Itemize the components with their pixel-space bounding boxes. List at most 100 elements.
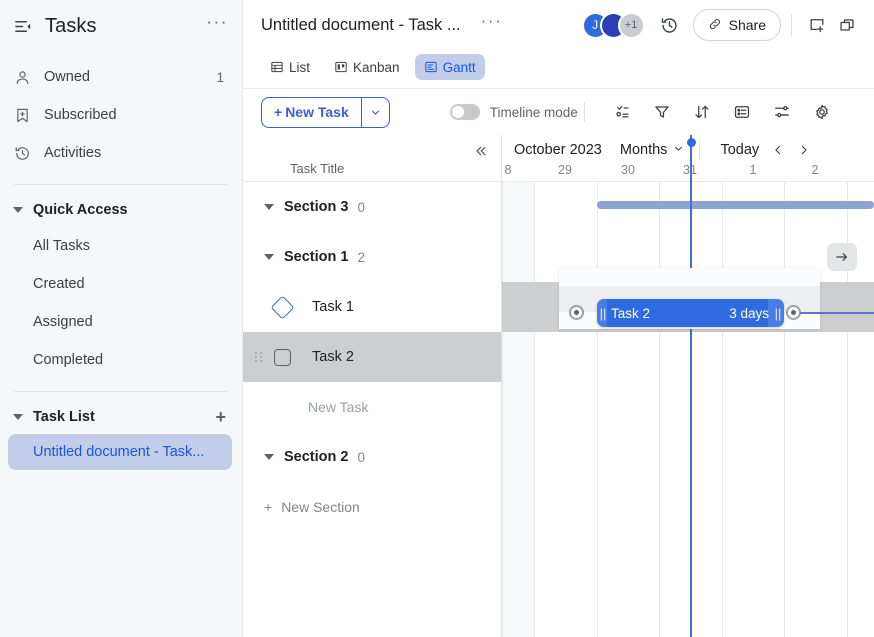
- sidebar-more-button[interactable]: ···: [206, 12, 228, 40]
- gantt-nav-divider: [699, 140, 701, 160]
- avatar-group[interactable]: J +1: [581, 11, 645, 39]
- sidebar-item-completed[interactable]: Completed: [0, 341, 242, 379]
- bar-resize-handle-right[interactable]: ||: [772, 306, 784, 321]
- chevron-left-icon[interactable]: [765, 137, 791, 163]
- new-section-label: New Section: [281, 499, 360, 515]
- drag-handle[interactable]: [255, 352, 262, 362]
- sidebar-item-subscribed[interactable]: Subscribed: [0, 96, 242, 134]
- tab-gantt[interactable]: Gantt: [414, 54, 485, 80]
- bar-resize-handle-left[interactable]: ||: [597, 306, 609, 321]
- gantt-section-row-1[interactable]: Section 1 2: [243, 232, 501, 282]
- gantt-task-row-task-2[interactable]: Task 2: [243, 332, 501, 382]
- plus-icon: +: [274, 104, 283, 120]
- filter-icon[interactable]: [647, 97, 677, 127]
- gantt-month-label: October 2023: [514, 142, 602, 158]
- settings-sliders-icon[interactable]: [767, 97, 797, 127]
- new-task-button[interactable]: + New Task: [262, 98, 361, 127]
- section-label: Section 3: [284, 199, 349, 215]
- tab-kanban[interactable]: Kanban: [325, 54, 409, 80]
- sidebar-group-label: Task List: [33, 409, 95, 425]
- kanban-view-icon: [334, 60, 348, 74]
- sidebar-item-label: Activities: [44, 145, 102, 161]
- gantt-today-marker-dot: [687, 138, 696, 147]
- gantt-view-icon: [424, 60, 438, 74]
- sidebar-item-assigned[interactable]: Assigned: [0, 303, 242, 341]
- sidebar-item-count: 1: [216, 69, 224, 85]
- fields-icon[interactable]: [727, 97, 757, 127]
- milestone-diamond-icon[interactable]: [270, 294, 295, 320]
- share-label: Share: [728, 17, 766, 33]
- toolbar-icons: [607, 97, 837, 127]
- gantt-day-label: 8: [504, 163, 512, 177]
- caret-down-icon: [13, 414, 23, 420]
- sidebar-item-untitled-document[interactable]: Untitled document - Task...: [8, 434, 232, 470]
- caret-down-icon: [264, 204, 274, 210]
- sidebar-item-label: Subscribed: [44, 107, 117, 123]
- gantt-task-column: Task Title Section 3 0 Section 1 2 Task …: [243, 135, 502, 637]
- gantt-task-row-task-1[interactable]: Task 1: [243, 282, 501, 332]
- section-count: 0: [357, 199, 365, 215]
- caret-down-icon: [264, 254, 274, 260]
- sidebar: Tasks ··· Owned 1 Subscribed Activities …: [0, 0, 243, 637]
- gantt-new-task-row[interactable]: New Task: [243, 382, 501, 432]
- sidebar-item-all-tasks[interactable]: All Tasks: [0, 227, 242, 265]
- sidebar-nav: Owned 1 Subscribed Activities: [0, 58, 242, 172]
- gantt-column-shade: [502, 182, 534, 637]
- column-header-task-title: Task Title: [290, 161, 345, 176]
- gear-icon[interactable]: [807, 97, 837, 127]
- chevron-down-icon[interactable]: [360, 97, 389, 127]
- add-task-list-button[interactable]: +: [213, 406, 228, 428]
- gantt-section-summary-bar[interactable]: [597, 201, 874, 209]
- gantt-connector-dot-left[interactable]: [569, 305, 584, 320]
- sidebar-sub-label: Assigned: [33, 314, 93, 330]
- gantt-section-row-3[interactable]: Section 3 0: [243, 182, 501, 232]
- caret-down-icon: [264, 454, 274, 460]
- sidebar-group-quick-access[interactable]: Quick Access: [0, 193, 242, 227]
- timeline-mode-toggle[interactable]: [449, 104, 480, 120]
- gantt-connector-line: [800, 312, 874, 314]
- toolbar: + New Task Timeline mode: [243, 89, 874, 135]
- gantt-jump-arrow-button[interactable]: [827, 243, 857, 271]
- person-icon: [12, 67, 32, 87]
- chevron-down-icon: [672, 142, 685, 159]
- tab-label: Kanban: [353, 59, 400, 75]
- gantt-task-bar-task-2[interactable]: || Task 2 3 days ||: [597, 299, 784, 327]
- new-task-row-label: New Task: [308, 399, 369, 415]
- gantt-day-labels: 8 29 30 31 1 2: [502, 163, 874, 181]
- gantt-today-button[interactable]: Today: [714, 140, 765, 160]
- open-window-icon[interactable]: [832, 10, 862, 40]
- tab-list[interactable]: List: [261, 54, 319, 80]
- sidebar-item-created[interactable]: Created: [0, 265, 242, 303]
- gantt-connector-dot-right[interactable]: [786, 305, 801, 320]
- gantt-gridlines: [502, 182, 874, 637]
- add-panel-icon[interactable]: [802, 10, 832, 40]
- sidebar-sub-label: Untitled document - Task...: [33, 444, 205, 460]
- sort-icon[interactable]: [687, 97, 717, 127]
- chevron-right-icon[interactable]: [791, 137, 817, 163]
- gantt-container: Task Title Section 3 0 Section 1 2 Task …: [243, 135, 874, 637]
- gantt-section-row-2[interactable]: Section 2 0: [243, 432, 501, 482]
- sidebar-sub-label: Completed: [33, 352, 104, 368]
- sidebar-item-owned[interactable]: Owned 1: [0, 58, 242, 96]
- gantt-scale-select[interactable]: Months: [620, 142, 686, 159]
- main-area: Untitled document - Task ... ··· J +1 Sh…: [243, 0, 874, 637]
- gantt-scale-label: Months: [619, 142, 668, 158]
- sidebar-sub-label: Created: [33, 276, 85, 292]
- share-button[interactable]: Share: [692, 9, 781, 41]
- timeline-mode-control[interactable]: Timeline mode: [449, 104, 578, 120]
- sidebar-item-activities[interactable]: Activities: [0, 134, 242, 172]
- history-clock-icon[interactable]: [655, 10, 685, 40]
- view-tabs: List Kanban Gantt: [243, 50, 874, 84]
- group-by-icon[interactable]: [607, 97, 637, 127]
- gantt-new-section-row[interactable]: + New Section: [243, 482, 501, 532]
- sidebar-group-task-list[interactable]: Task List +: [0, 400, 242, 434]
- topbar: Untitled document - Task ... ··· J +1 Sh…: [243, 0, 874, 50]
- avatar-overflow-count[interactable]: +1: [617, 11, 645, 39]
- new-task-split-button[interactable]: + New Task: [261, 96, 390, 128]
- document-more-button[interactable]: ···: [481, 11, 503, 39]
- gantt-grid-body: || Task 2 3 days ||: [502, 135, 874, 637]
- collapse-left-icon[interactable]: [469, 139, 493, 163]
- checkbox-icon[interactable]: [274, 348, 291, 366]
- list-collapse-icon[interactable]: [12, 15, 34, 37]
- timeline-mode-label: Timeline mode: [489, 104, 578, 120]
